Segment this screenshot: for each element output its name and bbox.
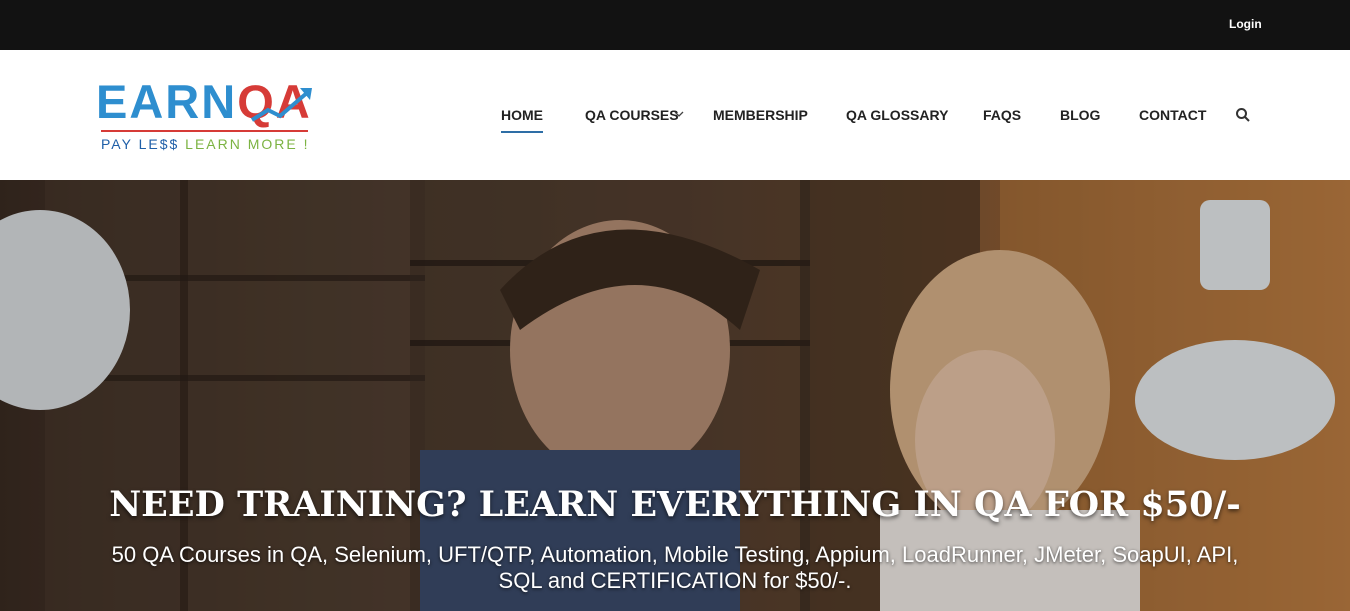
login-link[interactable]: Login [1229, 17, 1262, 31]
chevron-down-icon[interactable] [674, 110, 684, 118]
nav-contact[interactable]: CONTACT [1139, 107, 1206, 123]
hero-banner: NEED TRAINING? LEARN EVERYTHING IN QA FO… [0, 180, 1350, 611]
site-header: EARNQA PAY LE$$ LEARN MORE ! HOME QA COU… [0, 50, 1350, 180]
nav-blog[interactable]: BLOG [1060, 107, 1100, 123]
nav-qa-glossary[interactable]: QA GLOSSARY [846, 107, 948, 123]
main-nav: HOME QA COURSES MEMBERSHIP QA GLOSSARY F… [0, 50, 1350, 180]
nav-membership[interactable]: MEMBERSHIP [713, 107, 808, 123]
nav-faqs[interactable]: FAQS [983, 107, 1021, 123]
nav-home[interactable]: HOME [501, 107, 543, 133]
top-bar: Login [0, 0, 1350, 50]
hero-headline: NEED TRAINING? LEARN EVERYTHING IN QA FO… [109, 484, 1241, 525]
nav-qa-courses[interactable]: QA COURSES [585, 107, 679, 123]
search-icon[interactable] [1235, 107, 1251, 123]
hero-subtext: 50 QA Courses in QA, Selenium, UFT/QTP, … [111, 542, 1239, 593]
